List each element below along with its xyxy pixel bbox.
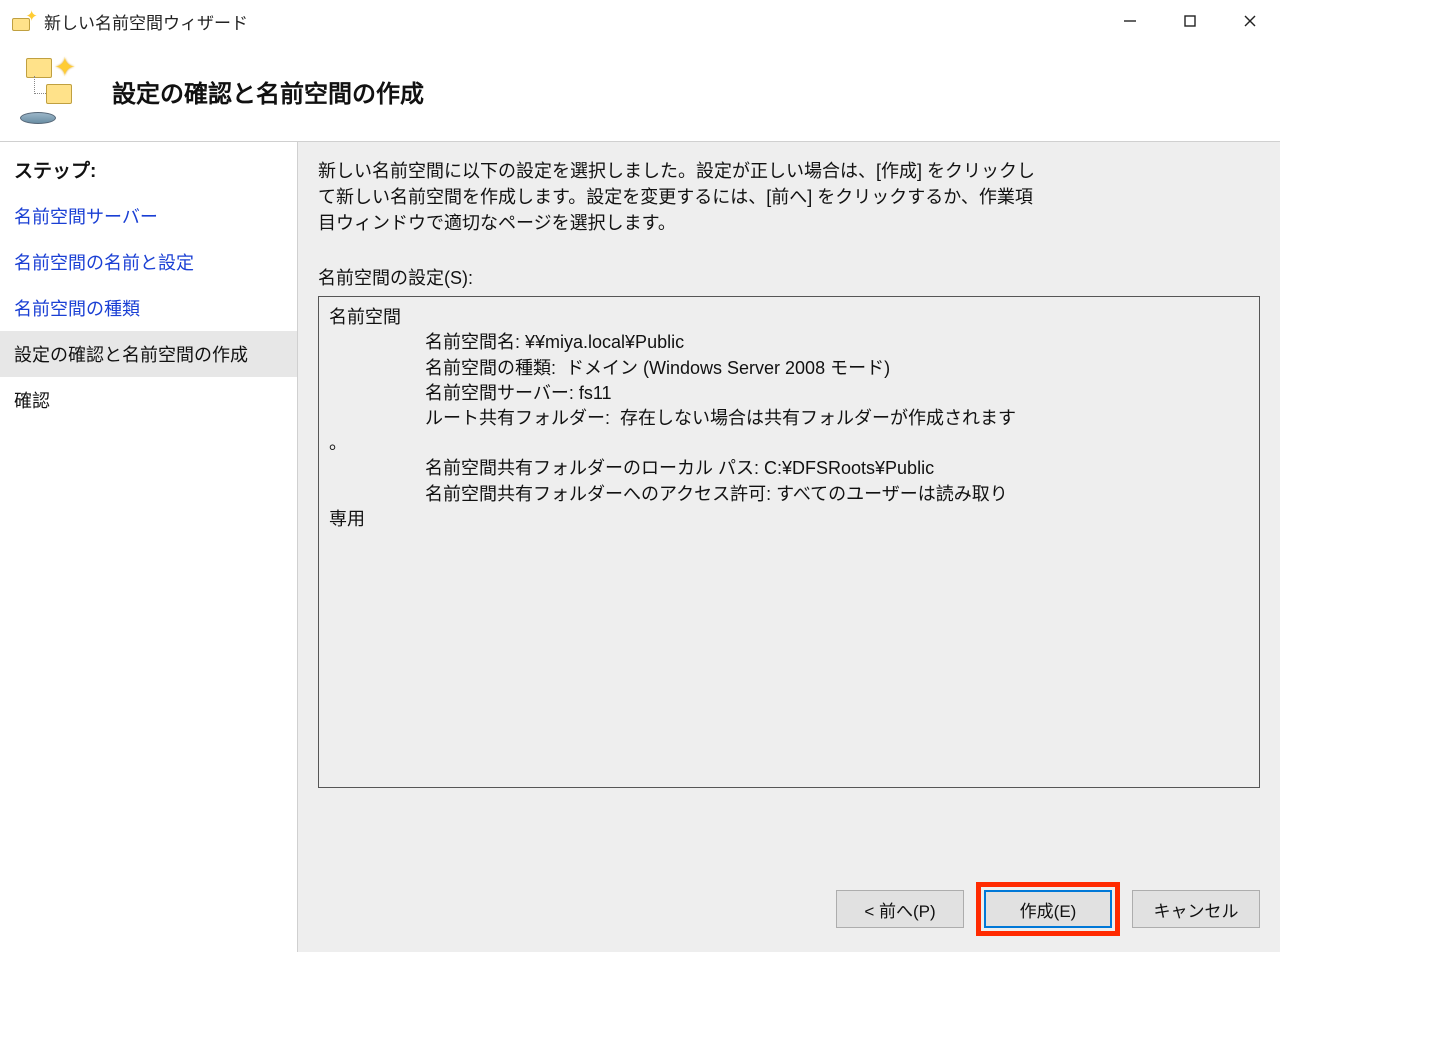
minimize-icon <box>1123 14 1137 28</box>
minimize-button[interactable] <box>1100 0 1160 42</box>
summary-namespace-server: 名前空間サーバー: fs11 <box>425 381 1249 406</box>
maximize-button[interactable] <box>1160 0 1220 42</box>
wizard-button-row: < 前へ(P) 作成(E) キャンセル <box>836 882 1260 936</box>
step-namespace-server[interactable]: 名前空間サーバー <box>0 193 297 239</box>
settings-summary-box: 名前空間 名前空間名: ¥¥miya.local¥Public名前空間の種類: … <box>318 296 1260 788</box>
settings-label: 名前空間の設定(S): <box>318 264 1260 290</box>
back-button[interactable]: < 前へ(P) <box>836 890 964 928</box>
window-title: 新しい名前空間ウィザード <box>44 9 248 34</box>
wizard-main-panel: 新しい名前空間に以下の設定を選択しました。設定が正しい場合は、[作成] をクリッ… <box>298 142 1280 952</box>
steps-heading: ステップ: <box>0 152 297 193</box>
summary-heading: 名前空間 <box>329 307 401 327</box>
step-review-create[interactable]: 設定の確認と名前空間の作成 <box>0 331 297 377</box>
wizard-icon: ✦ <box>12 9 36 33</box>
summary-period: 。 <box>329 433 347 453</box>
step-namespace-name-settings[interactable]: 名前空間の名前と設定 <box>0 239 297 285</box>
step-namespace-type[interactable]: 名前空間の種類 <box>0 285 297 331</box>
cancel-button[interactable]: キャンセル <box>1132 890 1260 928</box>
create-button-highlight: 作成(E) <box>976 882 1120 936</box>
summary-local-path: 名前空間共有フォルダーのローカル パス: C:¥DFSRoots¥Public <box>425 456 1249 481</box>
summary-root-share-folder: ルート共有フォルダー: 存在しない場合は共有フォルダーが作成されます <box>425 406 1249 431</box>
wizard-header: ✦ 設定の確認と名前空間の作成 <box>0 42 1280 142</box>
create-button[interactable]: 作成(E) <box>984 890 1112 928</box>
titlebar: ✦ 新しい名前空間ウィザード <box>0 0 1280 42</box>
summary-namespace-name: 名前空間名: ¥¥miya.local¥Public <box>425 330 1249 355</box>
window-controls <box>1100 0 1280 42</box>
summary-namespace-type: 名前空間の種類: ドメイン (Windows Server 2008 モード) <box>425 356 1249 381</box>
close-button[interactable] <box>1220 0 1280 42</box>
step-confirmation: 確認 <box>0 377 297 423</box>
summary-readonly: 専用 <box>329 509 365 529</box>
wizard-steps-sidebar: ステップ: 名前空間サーバー 名前空間の名前と設定 名前空間の種類 設定の確認と… <box>0 142 298 952</box>
instruction-text: 新しい名前空間に以下の設定を選択しました。設定が正しい場合は、[作成] をクリッ… <box>318 158 1038 236</box>
close-icon <box>1243 14 1257 28</box>
summary-access-permission: 名前空間共有フォルダーへのアクセス許可: すべてのユーザーは読み取り <box>425 482 1249 507</box>
namespace-wizard-icon: ✦ <box>16 56 88 128</box>
page-title: 設定の確認と名前空間の作成 <box>112 74 424 109</box>
maximize-icon <box>1183 14 1197 28</box>
